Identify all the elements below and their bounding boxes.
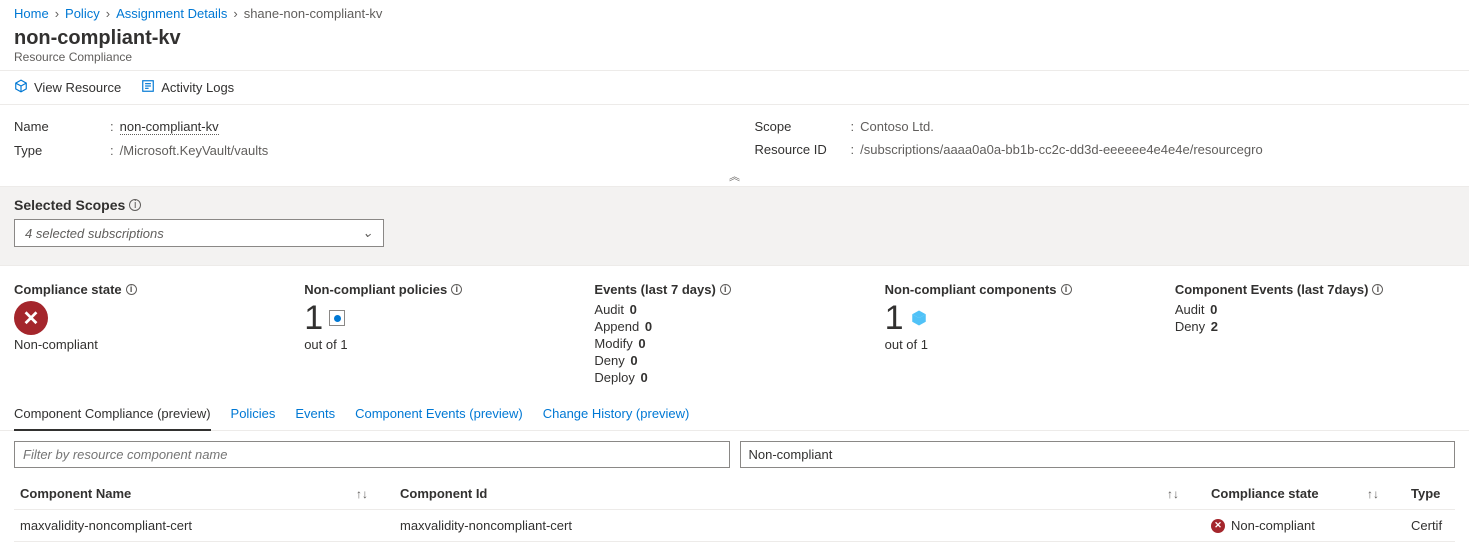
chevron-right-icon: › <box>106 6 110 21</box>
prop-name-value[interactable]: non-compliant-kv <box>120 119 219 135</box>
prop-resource-id: Resource ID: /subscriptions/aaaa0a0a-bb1… <box>755 138 1456 161</box>
tabs: Component Compliance (preview) Policies … <box>0 396 1469 431</box>
info-icon[interactable]: i <box>1372 284 1383 295</box>
stat-component-events: Component Events (last 7days)i Audit 0 D… <box>1175 282 1455 386</box>
filter-name-input[interactable] <box>14 441 730 468</box>
error-icon: ✕ <box>14 301 48 335</box>
view-resource-button[interactable]: View Resource <box>14 79 121 96</box>
page-subtitle: Resource Compliance <box>14 50 1455 64</box>
log-icon <box>141 79 155 96</box>
th-component-id[interactable]: Component Id↑↓ <box>394 478 1205 509</box>
chevron-down-icon: ⌄ <box>362 225 373 241</box>
th-compliance-state[interactable]: Compliance state↑↓ <box>1205 478 1405 509</box>
chevron-right-icon: › <box>55 6 59 21</box>
td-type: Certif <box>1405 510 1455 541</box>
activity-logs-button[interactable]: Activity Logs <box>141 79 234 96</box>
activity-logs-label: Activity Logs <box>161 80 234 95</box>
scope-dropdown[interactable]: 4 selected subscriptions ⌄ <box>14 219 384 247</box>
properties-panel: Name: non-compliant-kv Type: /Microsoft.… <box>0 105 1469 168</box>
table-header: Component Name↑↓ Component Id↑↓ Complian… <box>14 478 1455 510</box>
info-icon[interactable]: i <box>126 284 137 295</box>
info-icon[interactable]: i <box>451 284 462 295</box>
stats-row: Compliance statei ✕ Non-compliant Non-co… <box>0 266 1469 396</box>
components-table: Component Name↑↓ Component Id↑↓ Complian… <box>0 478 1469 542</box>
tab-change-history[interactable]: Change History (preview) <box>543 400 690 430</box>
collapse-toggle[interactable]: ︽ <box>0 168 1469 187</box>
td-state: ✕Non-compliant <box>1205 510 1405 541</box>
prop-name: Name: non-compliant-kv <box>14 115 715 139</box>
prop-scope: Scope: Contoso Ltd. <box>755 115 1456 138</box>
stat-noncompliant-components: Non-compliant componentsi 1 out of 1 <box>885 282 1165 386</box>
breadcrumb: Home › Policy › Assignment Details › sha… <box>0 0 1469 25</box>
prop-type-value: /Microsoft.KeyVault/vaults <box>120 143 269 158</box>
breadcrumb-home[interactable]: Home <box>14 6 49 21</box>
sort-icon: ↑↓ <box>356 487 388 501</box>
tab-component-compliance[interactable]: Component Compliance (preview) <box>14 400 211 431</box>
page-title: non-compliant-kv <box>14 27 1455 50</box>
filter-state-select[interactable]: Non-compliant <box>740 441 1456 468</box>
policy-icon <box>329 310 345 326</box>
view-resource-label: View Resource <box>34 80 121 95</box>
info-icon[interactable]: i <box>720 284 731 295</box>
th-component-name[interactable]: Component Name↑↓ <box>14 478 394 509</box>
breadcrumb-assignment-details[interactable]: Assignment Details <box>116 6 227 21</box>
filters-row: Non-compliant <box>0 431 1469 478</box>
breadcrumb-current: shane-non-compliant-kv <box>244 6 383 21</box>
stat-events: Events (last 7 days)i Audit 0 Append 0 M… <box>594 282 874 386</box>
td-name: maxvalidity-noncompliant-cert <box>14 510 394 541</box>
sort-icon: ↑↓ <box>1167 487 1199 501</box>
error-icon: ✕ <box>1211 519 1225 533</box>
chevron-right-icon: › <box>233 6 237 21</box>
stat-noncompliant-policies: Non-compliant policiesi 1 out of 1 <box>304 282 584 386</box>
cube-icon <box>14 79 28 96</box>
toolbar: View Resource Activity Logs <box>0 71 1469 105</box>
prop-resource-id-value: /subscriptions/aaaa0a0a-bb1b-cc2c-dd3d-e… <box>860 142 1263 157</box>
td-id: maxvalidity-noncompliant-cert <box>394 510 1205 541</box>
info-icon[interactable]: i <box>129 199 141 211</box>
prop-scope-value: Contoso Ltd. <box>860 119 934 134</box>
tab-events[interactable]: Events <box>295 400 335 430</box>
info-icon[interactable]: i <box>1061 284 1072 295</box>
th-type[interactable]: Type <box>1405 478 1455 509</box>
sort-icon: ↑↓ <box>1367 487 1399 501</box>
stat-compliance-state: Compliance statei ✕ Non-compliant <box>14 282 294 386</box>
cube-icon <box>910 309 928 327</box>
tab-policies[interactable]: Policies <box>231 400 276 430</box>
scope-label: Selected Scopes i <box>14 197 1455 213</box>
breadcrumb-policy[interactable]: Policy <box>65 6 100 21</box>
tab-component-events[interactable]: Component Events (preview) <box>355 400 523 430</box>
prop-type: Type: /Microsoft.KeyVault/vaults <box>14 139 715 162</box>
scope-panel: Selected Scopes i 4 selected subscriptio… <box>0 187 1469 266</box>
title-block: non-compliant-kv Resource Compliance <box>0 25 1469 71</box>
table-row[interactable]: maxvalidity-noncompliant-cert maxvalidit… <box>14 510 1455 542</box>
